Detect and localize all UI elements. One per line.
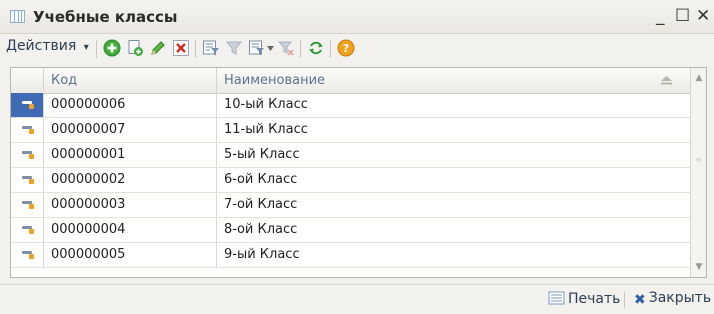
table-body: 000000006 10-ый Класс 000000007 11-ый Класс… — [11, 93, 690, 268]
chevron-down-icon[interactable] — [267, 46, 274, 51]
cell-code: 000000003 — [44, 193, 217, 217]
cell-name: 9-ый Класс — [224, 247, 300, 262]
footer-separator — [624, 292, 625, 308]
clear-filter-icon-disabled[interactable] — [277, 39, 295, 57]
edit-pencil-icon[interactable] — [149, 39, 167, 57]
row-marker[interactable] — [11, 93, 44, 117]
catalog-item-icon — [22, 251, 34, 259]
cell-name: 5-ый Класс — [224, 147, 300, 162]
toolbar-separator — [300, 40, 301, 58]
help-icon[interactable]: ? — [337, 39, 355, 57]
footer-bar: Печать ✖ Закрыть — [0, 284, 714, 314]
catalog-item-icon — [22, 201, 34, 209]
cell-code: 000000004 — [44, 218, 217, 242]
table-row[interactable]: 000000002 6-ой Класс — [11, 168, 690, 193]
column-header-name[interactable]: Наименование — [217, 68, 690, 93]
window-title: Учебные классы — [33, 8, 178, 26]
title-bar: Учебные классы _ ☐ ✕ — [0, 0, 714, 34]
actions-label: Действия — [6, 38, 77, 54]
catalog-item-icon — [22, 176, 34, 184]
add-icon[interactable] — [103, 39, 121, 57]
print-icon — [548, 291, 565, 305]
toolbar: Действия ▾ ? — [6, 36, 708, 61]
cell-code: 000000005 — [44, 243, 217, 267]
column-header-code[interactable]: Код — [44, 68, 217, 93]
toolbar-separator — [330, 40, 331, 58]
vertical-scrollbar[interactable]: ▲ ≡ ▼ — [690, 68, 706, 277]
filter-by-value-icon[interactable] — [202, 39, 220, 57]
scroll-down-arrow-icon[interactable]: ▼ — [691, 259, 706, 275]
row-marker[interactable] — [11, 118, 44, 142]
table-header: Код Наименование — [11, 68, 690, 94]
cell-code: 000000002 — [44, 168, 217, 192]
cell-name: 10-ый Класс — [224, 97, 308, 112]
toolbar-separator — [96, 40, 97, 58]
table-row[interactable]: 000000003 7-ой Класс — [11, 193, 690, 218]
scrollbar-thumb[interactable]: ≡ — [694, 155, 703, 179]
row-marker[interactable] — [11, 218, 44, 242]
dropdown-arrow-icon: ▾ — [83, 42, 89, 53]
row-marker[interactable] — [11, 243, 44, 267]
sort-ascending-icon[interactable] — [661, 76, 672, 85]
table-row[interactable]: 000000006 10-ый Класс — [11, 93, 690, 118]
print-button[interactable]: Печать — [548, 290, 620, 307]
data-table: Код Наименование 000000006 10-ый Класс 000… — [10, 67, 707, 278]
cell-code: 000000007 — [44, 118, 217, 142]
cell-code: 000000006 — [44, 93, 217, 117]
table-row[interactable]: 000000004 8-ой Класс — [11, 218, 690, 243]
actions-menu-button[interactable]: Действия ▾ — [6, 38, 89, 54]
delete-icon[interactable] — [172, 39, 190, 57]
maximize-button[interactable]: ☐ — [675, 6, 690, 26]
copy-icon[interactable] — [126, 39, 144, 57]
catalog-window: Учебные классы _ ☐ ✕ Действия ▾ ? Код На… — [0, 0, 714, 314]
cell-code: 000000001 — [44, 143, 217, 167]
svg-text:?: ? — [343, 42, 349, 55]
print-label: Печать — [568, 291, 621, 307]
row-marker[interactable] — [11, 168, 44, 192]
filter-icon-disabled[interactable] — [225, 39, 243, 57]
table-row[interactable]: 000000005 9-ый Класс — [11, 243, 690, 268]
catalog-icon — [10, 10, 25, 23]
cell-name: 8-ой Класс — [224, 222, 298, 237]
close-label: Закрыть — [648, 290, 712, 306]
close-window-button[interactable]: ✕ — [696, 6, 710, 26]
refresh-icon[interactable] — [307, 39, 325, 57]
toolbar-separator — [195, 40, 196, 58]
cell-name: 6-ой Класс — [224, 172, 298, 187]
scroll-up-arrow-icon[interactable]: ▲ — [691, 70, 706, 86]
close-x-icon: ✖ — [634, 292, 646, 308]
row-marker[interactable] — [11, 193, 44, 217]
catalog-item-icon — [22, 226, 34, 234]
row-marker[interactable] — [11, 143, 44, 167]
catalog-item-icon — [22, 151, 34, 159]
row-marker-header — [11, 68, 44, 93]
table-row[interactable]: 000000001 5-ый Класс — [11, 143, 690, 168]
close-button[interactable]: ✖ Закрыть — [634, 290, 711, 308]
filter-settings-icon[interactable] — [248, 39, 266, 57]
cell-name: 11-ый Класс — [224, 122, 308, 137]
catalog-item-icon — [22, 101, 34, 109]
catalog-item-icon — [22, 126, 34, 134]
table-row[interactable]: 000000007 11-ый Класс — [11, 118, 690, 143]
cell-name: 7-ой Класс — [224, 197, 298, 212]
minimize-button[interactable]: _ — [656, 6, 665, 26]
